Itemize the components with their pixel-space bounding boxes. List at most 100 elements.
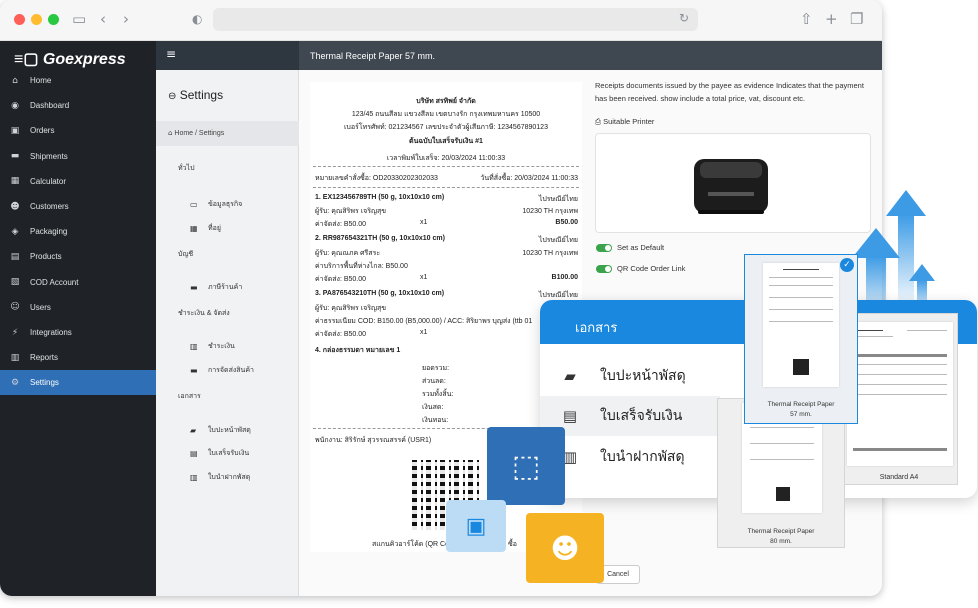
- location-icon: ▦: [190, 224, 198, 233]
- settings-nav-item[interactable]: ▥ ใบนำฝากพัสดุ: [190, 472, 250, 483]
- 80mm-label: Thermal Receipt Paper: [747, 528, 815, 535]
- suitable-printer-label: ⎙ Suitable Printer: [595, 115, 875, 128]
- sidebar-item-shipments[interactable]: ▬ Shipments: [0, 144, 156, 169]
- settings-nav-item[interactable]: ▰ ใบปะหน้าพัสดุ: [190, 425, 251, 436]
- sidebar-item-label: Users: [30, 302, 51, 312]
- settings-nav-item[interactable]: ▦ ที่อยู่: [190, 223, 221, 234]
- preview-line: [769, 297, 833, 298]
- store-icon: ▣: [446, 500, 506, 552]
- doc-option-deposit-text: ใบนำฝากพัสดุ: [600, 448, 685, 464]
- receipt-icon: ▤: [562, 407, 578, 425]
- doc-option-receipt-text: ใบเสร็จรับเงิน: [600, 407, 683, 423]
- doc-option-receipt[interactable]: ▤ ใบเสร็จรับเงิน: [540, 396, 720, 436]
- sidebar-item-label: Home: [30, 76, 52, 85]
- plug-icon: ⚡: [11, 327, 19, 338]
- settings-group-title: บัญชี: [178, 251, 194, 258]
- sidebar-item-packaging[interactable]: ◈ Packaging: [0, 219, 156, 244]
- doc-option-deposit[interactable]: ▥ ใบนำฝากพัสดุ: [540, 437, 720, 477]
- sidebar-item-cod-account[interactable]: ▧ COD Account: [0, 270, 156, 295]
- privacy-shield-icon: ◐: [192, 12, 203, 26]
- receipt-change-label: เงินทอน:: [422, 417, 449, 424]
- receipt-item-qty: x1: [420, 219, 428, 226]
- preview-line: [769, 321, 833, 322]
- sidebar-toggle-icon[interactable]: ▭: [72, 10, 86, 28]
- doc-option-label[interactable]: ▰ ใบปะหน้าพัสดุ: [540, 356, 720, 396]
- sidebar-item-orders[interactable]: ▣ Orders: [0, 118, 156, 143]
- tabs-overview-icon[interactable]: ❐: [850, 10, 863, 28]
- home-icon[interactable]: ⌂: [168, 129, 172, 137]
- printer-image-box: [595, 133, 871, 233]
- close-window-button[interactable]: [14, 14, 25, 25]
- settings-panel: ≡ ⊖ Settings ⌂ Home / Settings ทั่วไป ▭ ข้…: [156, 41, 299, 596]
- 57mm-preview: [763, 263, 839, 387]
- sidebar-item-users[interactable]: ☺ Users: [0, 295, 156, 320]
- menu-icon[interactable]: ≡: [166, 47, 176, 61]
- settings-nav-item[interactable]: ▥ ชำระเงิน: [190, 341, 235, 352]
- qr-caption-end: ซื้อ: [508, 541, 517, 548]
- template-thumb-57mm[interactable]: Thermal Receipt Paper 57 mm.: [744, 254, 858, 424]
- set-default-label: Set as Default: [617, 243, 665, 252]
- back-icon[interactable]: ‹: [100, 10, 106, 28]
- sidebar-item-dashboard[interactable]: ◉ Dashboard: [0, 93, 156, 118]
- receipt-item-line: 2. RR987654321TH (50 g, 10x10x10 cm): [315, 235, 445, 242]
- receipt-item-dest: 10230 TH กรุงเทพ: [522, 250, 578, 257]
- printer-icon: ⎙: [595, 117, 601, 126]
- settings-nav-item[interactable]: ▬ ภาษีร้านค้า: [190, 282, 242, 293]
- sidebar-item-reports[interactable]: ▥ Reports: [0, 345, 156, 370]
- preview-line: [853, 374, 947, 375]
- chart-icon: ▥: [10, 352, 20, 363]
- settings-title-text: Settings: [179, 88, 224, 102]
- sidebar-item-label: Products: [30, 252, 62, 262]
- cart-icon: ▣: [10, 125, 20, 136]
- receipt-item-qty: x1: [420, 329, 428, 336]
- sidebar-item-label: Dashboard: [30, 101, 70, 111]
- sidebar-item-label: Reports: [30, 353, 59, 363]
- logo-text: Goexpress: [42, 51, 126, 68]
- qr-code-link-toggle[interactable]: [596, 265, 612, 273]
- breadcrumb-text[interactable]: Home / Settings: [174, 130, 224, 137]
- settings-nav-label: การจัดส่งสินค้า: [208, 367, 254, 374]
- logo-mark-icon: ≡▢: [14, 51, 39, 68]
- minimize-window-button[interactable]: [31, 14, 42, 25]
- receipt-item-recipient: ผู้รับ: คุณสิริพร เจริญสุข: [315, 208, 386, 215]
- preview-line: [853, 394, 947, 395]
- settings-nav-item[interactable]: ▭ ข้อมูลธุรกิจ: [190, 199, 242, 210]
- settings-nav-item[interactable]: ▤ ใบเสร็จรับเงิน: [190, 448, 249, 459]
- app-logo[interactable]: ≡▢ Goexpress: [14, 49, 126, 69]
- user-group-icon: ☺: [10, 302, 20, 313]
- preview-line: [750, 427, 814, 428]
- settings-nav-label: ชำระเงิน: [208, 343, 235, 350]
- open-box-icon: ⬚: [487, 427, 565, 505]
- selected-check-icon: ✓: [840, 258, 854, 272]
- 80mm-label-size: 80 mm.: [770, 538, 792, 545]
- reload-icon[interactable]: ↻: [679, 11, 689, 25]
- new-tab-icon[interactable]: +: [825, 10, 838, 28]
- receipt-item-box: 4. กล่องธรรมดา หมายเลข 1: [315, 347, 401, 354]
- maximize-window-button[interactable]: [48, 14, 59, 25]
- description-text: Receipts documents issued by the payee a…: [595, 81, 864, 103]
- share-icon[interactable]: ⇧: [800, 10, 813, 28]
- sidebar-item-customers[interactable]: ☻ Customers: [0, 194, 156, 219]
- sidebar-item-calculator[interactable]: ▦ Calculator: [0, 169, 156, 194]
- receipt-item-dest: 10230 TH กรุงเทพ: [522, 208, 578, 215]
- sidebar-item-label: Settings: [30, 378, 59, 388]
- back-circle-icon[interactable]: ⊖: [168, 91, 176, 102]
- forward-icon[interactable]: ›: [123, 10, 129, 28]
- address-bar[interactable]: ↻: [213, 8, 698, 31]
- settings-nav-label: ที่อยู่: [208, 225, 221, 232]
- preview-line: [853, 364, 947, 365]
- settings-group-title: ชำระเงิน & จัดส่ง: [178, 310, 230, 317]
- box-icon: ▰: [564, 367, 576, 385]
- settings-nav-label: ข้อมูลธุรกิจ: [208, 201, 243, 208]
- truck-icon: ▬: [190, 366, 198, 375]
- preview-qr: [793, 359, 809, 375]
- sidebar-item-products[interactable]: ▤ Products: [0, 244, 156, 269]
- preview-line: [769, 277, 833, 278]
- settings-nav-label: ใบนำฝากพัสดุ: [208, 474, 251, 481]
- arrow-up-head: [886, 190, 926, 216]
- settings-nav-item[interactable]: ▬ การจัดส่งสินค้า: [190, 365, 254, 376]
- sidebar-item-home[interactable]: ⌂ Home: [0, 68, 156, 93]
- sidebar-item-settings[interactable]: ⚙ Settings: [0, 370, 156, 396]
- set-default-toggle[interactable]: [596, 244, 612, 252]
- sidebar-item-integrations[interactable]: ⚡ Integrations: [0, 320, 156, 345]
